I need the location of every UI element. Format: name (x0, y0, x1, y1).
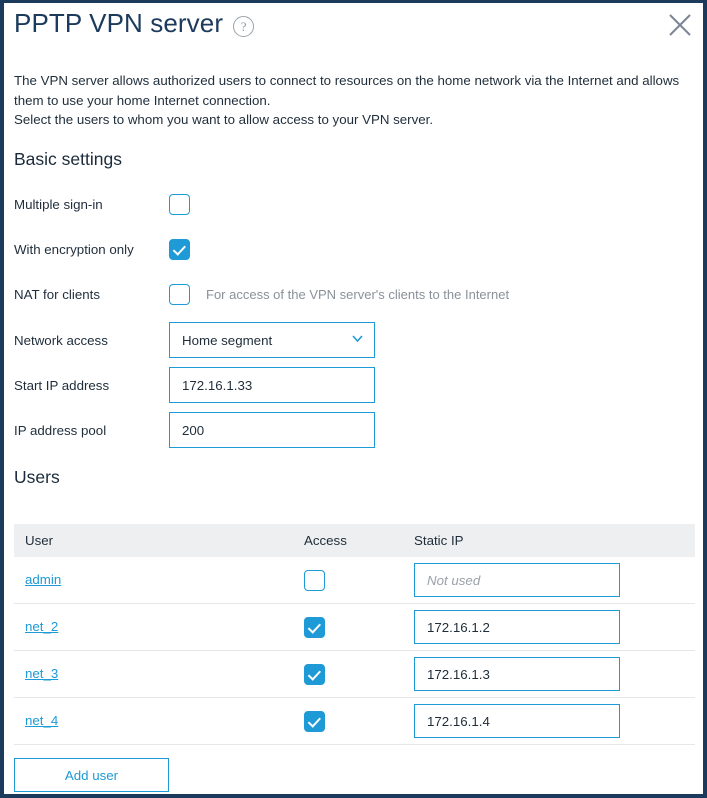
setting-row-nat-for-clients: NAT for clients For access of the VPN se… (14, 279, 694, 309)
add-user-button[interactable]: Add user (14, 758, 169, 792)
label-ip-address-pool: IP address pool (14, 422, 107, 438)
close-icon[interactable] (663, 8, 697, 42)
row-static-ip-input[interactable] (414, 610, 620, 644)
setting-row-network-access: Network access (14, 321, 694, 359)
ip-address-pool-input[interactable] (169, 412, 375, 448)
setting-row-start-ip-address: Start IP address (14, 366, 694, 404)
setting-row-with-encryption-only: With encryption only (14, 234, 694, 264)
network-access-select-wrapper (169, 322, 375, 358)
checkbox-with-encryption-only[interactable] (169, 238, 190, 260)
users-table: User Access Static IP admin net_2 net_3 … (14, 524, 695, 745)
setting-row-ip-address-pool: IP address pool (14, 411, 694, 449)
users-heading: Users (14, 467, 60, 487)
table-row: net_3 (14, 651, 695, 698)
question-mark-icon[interactable]: ? (233, 15, 255, 37)
row-static-ip-input[interactable] (414, 657, 620, 691)
user-link[interactable]: admin (25, 572, 61, 587)
pptp-vpn-server-dialog: PPTP VPN server ? The VPN server allows … (0, 0, 707, 798)
user-link[interactable]: net_3 (25, 666, 58, 681)
dialog-description: The VPN server allows authorized users t… (14, 71, 694, 130)
label-start-ip-address: Start IP address (14, 377, 110, 393)
checkbox-multiple-sign-in[interactable] (169, 193, 190, 215)
hint-nat-for-clients: For access of the VPN server's clients t… (206, 286, 510, 302)
dialog-header: PPTP VPN server ? (14, 8, 255, 39)
row-static-ip-input[interactable] (414, 563, 620, 597)
row-access-checkbox[interactable] (304, 616, 325, 638)
user-link[interactable]: net_4 (25, 713, 58, 728)
row-access-checkbox[interactable] (304, 663, 325, 685)
label-multiple-sign-in: Multiple sign-in (14, 196, 103, 212)
row-access-checkbox[interactable] (304, 710, 325, 732)
user-link[interactable]: net_2 (25, 619, 58, 634)
table-row: admin (14, 557, 695, 604)
network-access-select[interactable] (169, 322, 375, 358)
users-table-header-row: User Access Static IP (14, 524, 695, 557)
column-header-static-ip: Static IP (414, 533, 464, 548)
setting-row-multiple-sign-in: Multiple sign-in (14, 189, 694, 219)
description-line-1: The VPN server allows authorized users t… (14, 73, 680, 108)
checkbox-nat-for-clients[interactable] (169, 283, 190, 305)
start-ip-address-input[interactable] (169, 367, 375, 403)
table-row: net_4 (14, 698, 695, 745)
table-row: net_2 (14, 604, 695, 651)
description-line-2: Select the users to whom you want to all… (14, 112, 434, 127)
label-network-access: Network access (14, 332, 108, 348)
column-header-access: Access (304, 533, 347, 548)
label-with-encryption-only: With encryption only (14, 241, 134, 257)
basic-settings-heading: Basic settings (14, 149, 122, 169)
label-nat-for-clients: NAT for clients (14, 286, 100, 302)
page-title: PPTP VPN server (14, 8, 224, 38)
row-static-ip-input[interactable] (414, 704, 620, 738)
row-access-checkbox[interactable] (304, 569, 325, 591)
column-header-user: User (25, 533, 54, 548)
